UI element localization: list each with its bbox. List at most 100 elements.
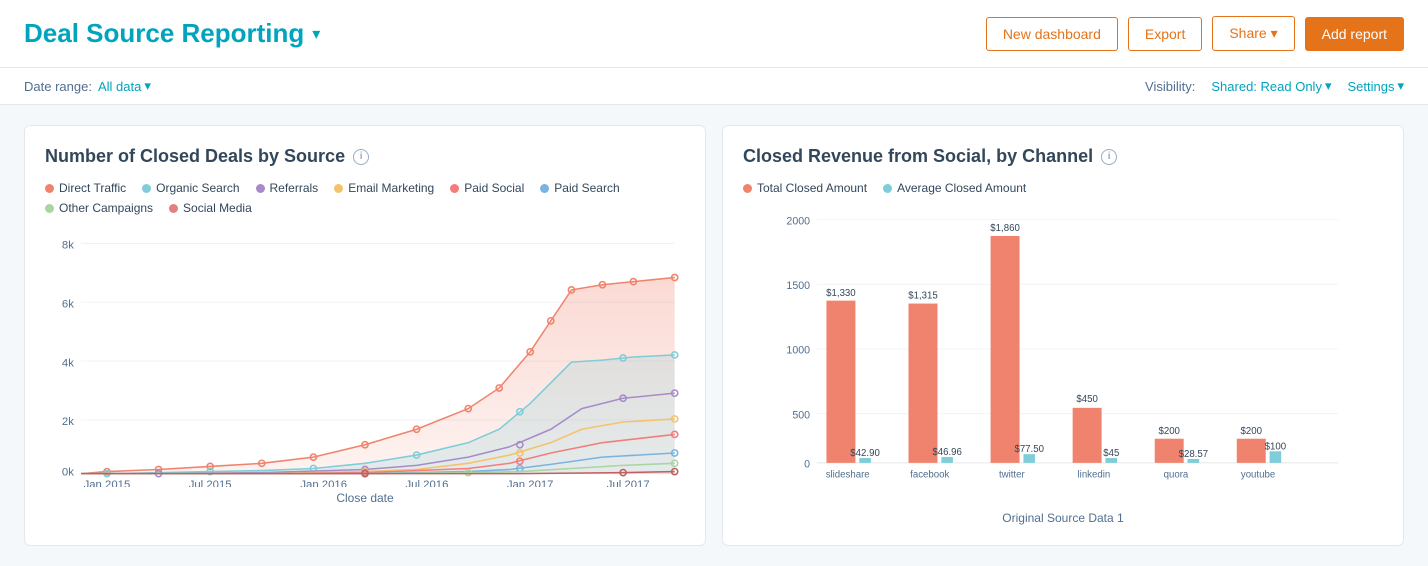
closed-revenue-svg: 2000 1500 1000 500 0 $1,330 $42.90 <box>743 207 1383 487</box>
svg-text:$1,860: $1,860 <box>990 223 1020 234</box>
toolbar-left: Date range: All data ▾ <box>24 78 151 94</box>
svg-text:$42.90: $42.90 <box>850 448 880 459</box>
svg-text:Jul 2016: Jul 2016 <box>405 479 448 487</box>
legend-label: Direct Traffic <box>59 181 126 195</box>
toolbar: Date range: All data ▾ Visibility: Share… <box>0 68 1428 105</box>
svg-text:quora: quora <box>1164 469 1189 480</box>
svg-text:linkedin: linkedin <box>1078 469 1111 480</box>
legend-item-average-closed-amount: Average Closed Amount <box>883 181 1026 195</box>
legend-dot <box>334 184 343 193</box>
svg-text:$77.50: $77.50 <box>1014 444 1044 455</box>
legend-label: Average Closed Amount <box>897 181 1026 195</box>
svg-text:0k: 0k <box>62 467 74 479</box>
svg-text:1500: 1500 <box>786 280 810 292</box>
legend-item-referrals: Referrals <box>256 181 319 195</box>
svg-text:$100: $100 <box>1265 441 1286 452</box>
legend-label: Total Closed Amount <box>757 181 867 195</box>
svg-text:Jan 2017: Jan 2017 <box>507 479 554 487</box>
closed-revenue-x-label: Original Source Data 1 <box>743 511 1383 525</box>
page-title: Deal Source Reporting <box>24 18 304 49</box>
legend-dot <box>142 184 151 193</box>
legend-dot <box>169 204 178 213</box>
legend-label: Organic Search <box>156 181 239 195</box>
closed-revenue-card: Closed Revenue from Social, by Channel i… <box>722 125 1404 546</box>
legend-item-paid-search: Paid Search <box>540 181 619 195</box>
svg-text:Jan 2015: Jan 2015 <box>84 479 131 487</box>
legend-label: Paid Search <box>554 181 619 195</box>
add-report-button[interactable]: Add report <box>1305 17 1404 51</box>
title-dropdown-icon[interactable]: ▾ <box>312 24 320 44</box>
svg-text:twitter: twitter <box>999 469 1026 480</box>
closed-revenue-info-icon[interactable]: i <box>1101 149 1117 165</box>
svg-text:4k: 4k <box>62 357 74 369</box>
svg-text:$28.57: $28.57 <box>1179 449 1209 460</box>
legend-item-social-media: Social Media <box>169 201 252 215</box>
closed-revenue-title: Closed Revenue from Social, by Channel i <box>743 146 1383 167</box>
closed-deals-legend: Direct Traffic Organic Search Referrals Ema… <box>45 181 685 215</box>
svg-text:$450: $450 <box>1076 394 1097 405</box>
legend-dot <box>45 184 54 193</box>
bar-linkedin-total <box>1073 408 1102 463</box>
header-left: Deal Source Reporting ▾ <box>24 18 320 49</box>
svg-text:$46.96: $46.96 <box>932 447 962 458</box>
toolbar-right: Visibility: Shared: Read Only ▾ Settings… <box>1145 78 1404 94</box>
new-dashboard-button[interactable]: New dashboard <box>986 17 1118 51</box>
legend-label: Email Marketing <box>348 181 434 195</box>
legend-dot <box>256 184 265 193</box>
legend-label: Other Campaigns <box>59 201 153 215</box>
closed-deals-x-label: Close date <box>45 491 685 505</box>
bar-youtube-avg <box>1270 451 1282 463</box>
legend-dot <box>540 184 549 193</box>
legend-dot <box>45 204 54 213</box>
svg-text:$1,315: $1,315 <box>908 291 938 302</box>
page-header: Deal Source Reporting ▾ New dashboard Ex… <box>0 0 1428 68</box>
legend-label: Referrals <box>270 181 319 195</box>
svg-text:$1,330: $1,330 <box>826 288 856 299</box>
svg-text:Jul 2015: Jul 2015 <box>189 479 232 487</box>
legend-item-organic-search: Organic Search <box>142 181 239 195</box>
legend-dot <box>883 184 892 193</box>
bar-slideshare-total <box>826 301 855 463</box>
bar-youtube-total <box>1237 439 1266 463</box>
date-range-label: Date range: <box>24 79 92 94</box>
legend-item-direct-traffic: Direct Traffic <box>45 181 126 195</box>
closed-deals-title: Number of Closed Deals by Source i <box>45 146 685 167</box>
legend-item-email-marketing: Email Marketing <box>334 181 434 195</box>
svg-text:youtube: youtube <box>1241 469 1275 480</box>
svg-text:2k: 2k <box>62 416 74 428</box>
legend-item-other-campaigns: Other Campaigns <box>45 201 153 215</box>
legend-dot <box>450 184 459 193</box>
svg-text:facebook: facebook <box>910 469 949 480</box>
bar-twitter-total <box>991 236 1020 463</box>
svg-text:1000: 1000 <box>786 345 810 357</box>
visibility-label: Visibility: <box>1145 79 1195 94</box>
svg-text:8k: 8k <box>62 240 74 252</box>
svg-text:$200: $200 <box>1241 426 1262 437</box>
settings-button[interactable]: Settings ▾ <box>1347 78 1404 94</box>
closed-revenue-legend: Total Closed Amount Average Closed Amount <box>743 181 1383 195</box>
svg-text:6k: 6k <box>62 298 74 310</box>
header-actions: New dashboard Export Share ▾ Add report <box>986 16 1404 51</box>
svg-text:slideshare: slideshare <box>826 469 870 480</box>
closed-deals-info-icon[interactable]: i <box>353 149 369 165</box>
date-range-selector[interactable]: All data ▾ <box>98 78 151 94</box>
bar-facebook-total <box>909 304 938 463</box>
legend-label: Paid Social <box>464 181 524 195</box>
svg-text:Jan 2016: Jan 2016 <box>300 479 347 487</box>
dashboard-content: Number of Closed Deals by Source i Direc… <box>0 105 1428 566</box>
svg-text:0: 0 <box>804 459 810 471</box>
legend-dot <box>743 184 752 193</box>
closed-deals-svg: 8k 6k 4k 2k 0k Jan 2015 Jul 2015 Jan 201… <box>45 227 685 487</box>
visibility-selector[interactable]: Shared: Read Only ▾ <box>1211 78 1331 94</box>
svg-text:500: 500 <box>792 409 810 421</box>
legend-item-paid-social: Paid Social <box>450 181 524 195</box>
share-button[interactable]: Share ▾ <box>1212 16 1294 51</box>
closed-deals-chart: 8k 6k 4k 2k 0k Jan 2015 Jul 2015 Jan 201… <box>45 227 685 487</box>
export-button[interactable]: Export <box>1128 17 1202 51</box>
legend-label: Social Media <box>183 201 252 215</box>
bar-twitter-avg <box>1023 454 1035 463</box>
legend-item-total-closed-amount: Total Closed Amount <box>743 181 867 195</box>
svg-text:Jul 2017: Jul 2017 <box>607 479 650 487</box>
svg-text:$200: $200 <box>1158 426 1179 437</box>
closed-revenue-chart: 2000 1500 1000 500 0 $1,330 $42.90 <box>743 207 1383 507</box>
